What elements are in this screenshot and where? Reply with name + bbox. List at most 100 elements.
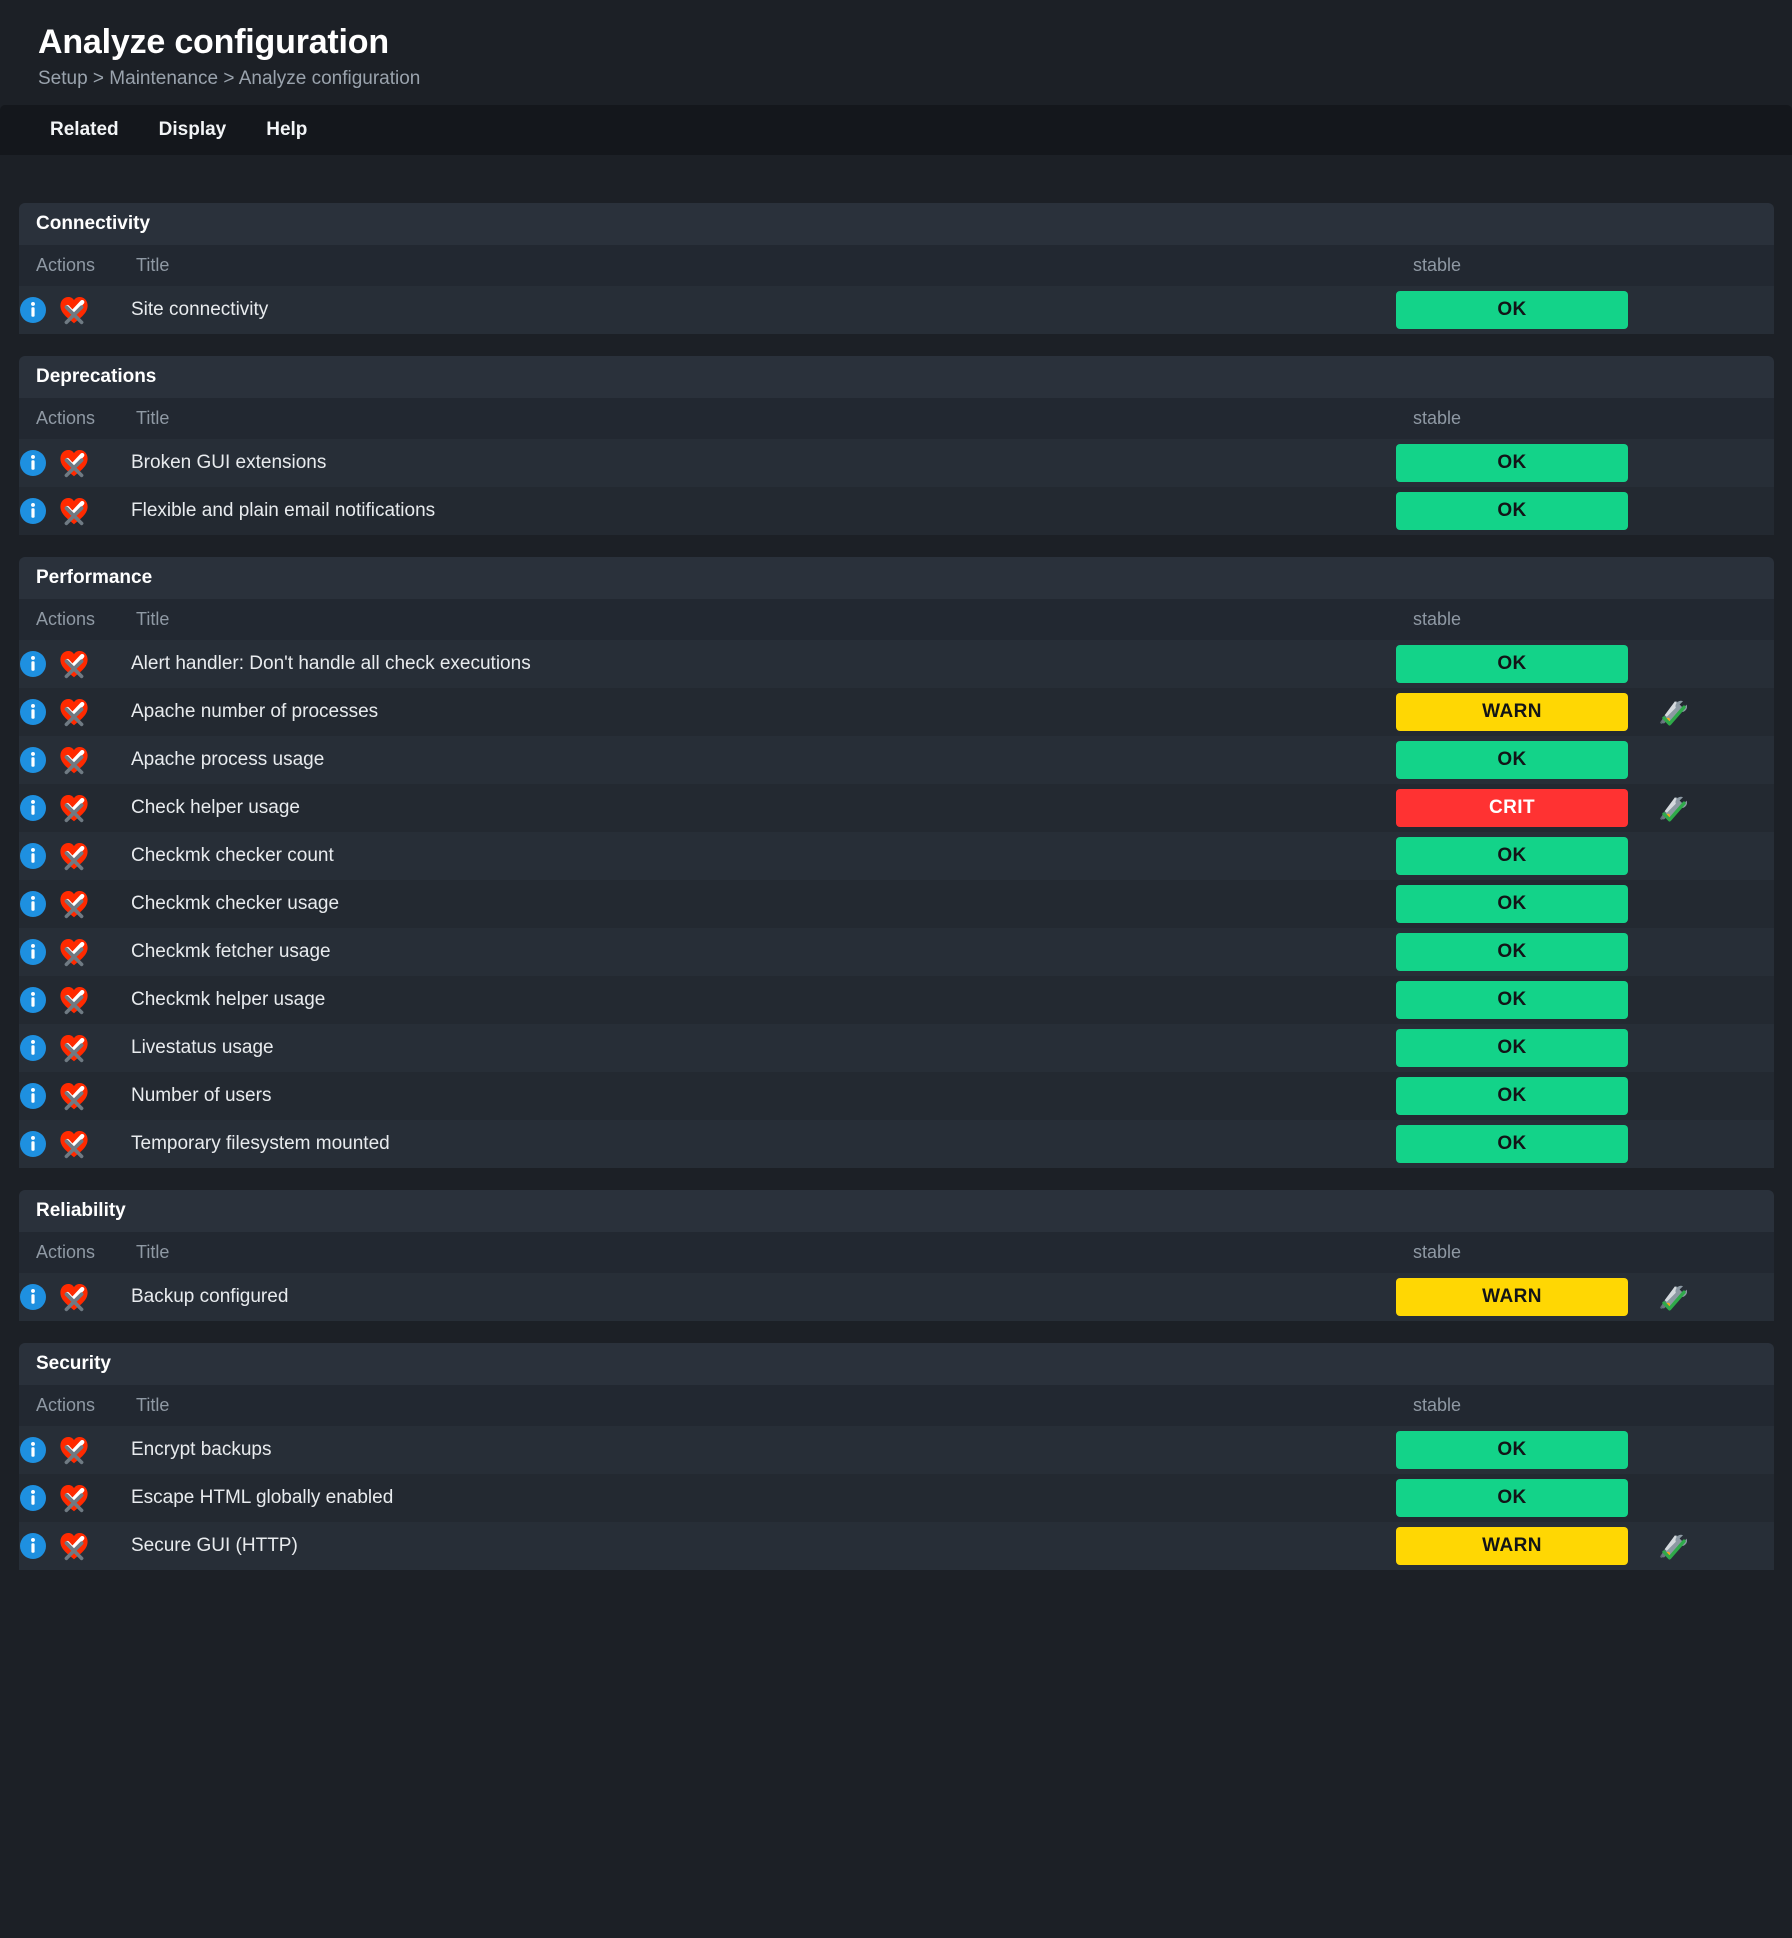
status-badge[interactable]: OK (1396, 291, 1628, 330)
row-title: Checkmk checker count (131, 845, 334, 867)
checkmk-disable-test-icon[interactable] (58, 1128, 90, 1160)
table-header-row: Actions Title stable (19, 245, 1774, 287)
row-actions (19, 1522, 131, 1570)
row-state-cell: WARN (1396, 688, 1656, 736)
info-icon[interactable] (19, 650, 47, 678)
status-badge[interactable]: OK (1396, 837, 1628, 876)
checkmk-disable-test-icon[interactable] (58, 984, 90, 1016)
menu-item-help[interactable]: Help (246, 105, 327, 155)
status-badge[interactable]: WARN (1396, 1527, 1628, 1566)
info-icon[interactable] (19, 938, 47, 966)
checkmk-disable-test-icon[interactable] (58, 792, 90, 824)
info-icon[interactable] (19, 1283, 47, 1311)
info-icon[interactable] (19, 746, 47, 774)
info-icon[interactable] (19, 1532, 47, 1560)
status-badge[interactable]: OK (1396, 1479, 1628, 1518)
table-row: Checkmk helper usage OK (19, 976, 1774, 1025)
table-row: Flexible and plain email notifications OK (19, 487, 1774, 536)
checkmk-disable-test-icon[interactable] (58, 1530, 90, 1562)
row-state-cell: OK (1396, 832, 1656, 880)
row-rule-cell (1656, 1072, 1774, 1120)
status-badge[interactable]: OK (1396, 933, 1628, 972)
row-actions (19, 784, 131, 832)
page-title: Analyze configuration (38, 23, 389, 61)
section-header: Security (19, 1343, 1774, 1386)
checkmk-disable-test-icon[interactable] (58, 888, 90, 920)
info-icon[interactable] (19, 1082, 47, 1110)
checkmk-disable-test-icon[interactable] (58, 696, 90, 728)
row-rule-cell (1656, 640, 1774, 688)
checkmk-disable-test-icon[interactable] (58, 744, 90, 776)
status-badge[interactable]: CRIT (1396, 789, 1628, 828)
status-badge[interactable]: OK (1396, 1029, 1628, 1068)
info-icon[interactable] (19, 1436, 47, 1464)
info-icon[interactable] (19, 1130, 47, 1158)
info-icon[interactable] (19, 986, 47, 1014)
row-title: Site connectivity (131, 299, 269, 321)
status-badge[interactable]: OK (1396, 645, 1628, 684)
info-icon[interactable] (19, 497, 47, 525)
table-row: Livestatus usage OK (19, 1024, 1774, 1073)
checkmk-disable-test-icon[interactable] (58, 1482, 90, 1514)
row-state-cell: CRIT (1396, 784, 1656, 832)
column-header-rule (1656, 398, 1774, 439)
row-title: Checkmk fetcher usage (131, 941, 331, 963)
section-security: Security Actions Title stable Encrypt backup… (19, 1343, 1774, 1571)
row-actions (19, 487, 131, 535)
column-header-actions: Actions (36, 609, 96, 630)
checkmk-disable-test-icon[interactable] (58, 648, 90, 680)
info-icon[interactable] (19, 890, 47, 918)
checkmk-disable-test-icon[interactable] (58, 495, 90, 527)
status-badge[interactable]: OK (1396, 1431, 1628, 1470)
checkmk-disable-test-icon[interactable] (58, 840, 90, 872)
status-badge[interactable]: OK (1396, 1125, 1628, 1164)
menu-item-display[interactable]: Display (139, 105, 247, 155)
info-icon[interactable] (19, 794, 47, 822)
column-header-rule (1656, 245, 1774, 286)
row-state-cell: WARN (1396, 1273, 1656, 1321)
info-icon[interactable] (19, 698, 47, 726)
section-header: Performance (19, 557, 1774, 600)
table-row: Escape HTML globally enabled OK (19, 1474, 1774, 1523)
analyze-table: Actions Title stable Backup configured WARN (19, 1232, 1774, 1322)
row-title: Broken GUI extensions (131, 452, 327, 474)
status-badge[interactable]: OK (1396, 444, 1628, 483)
info-icon[interactable] (19, 842, 47, 870)
section-reliability: Reliability Actions Title stable Backup conf… (19, 1190, 1774, 1322)
status-badge[interactable]: OK (1396, 885, 1628, 924)
wrench-rule-icon[interactable] (1656, 1529, 1690, 1563)
row-state-cell: OK (1396, 880, 1656, 928)
info-icon[interactable] (19, 1034, 47, 1062)
info-icon[interactable] (19, 296, 47, 324)
checkmk-disable-test-icon[interactable] (58, 1080, 90, 1112)
row-state-cell: OK (1396, 976, 1656, 1024)
column-header-state: stable (1413, 1395, 1462, 1416)
info-icon[interactable] (19, 449, 47, 477)
page-root: Analyze configuration Setup > Maintenanc… (0, 0, 1792, 1622)
status-badge[interactable]: OK (1396, 1077, 1628, 1116)
status-badge[interactable]: WARN (1396, 693, 1628, 732)
section-title: Performance (36, 567, 153, 589)
row-rule-cell (1656, 784, 1774, 832)
status-badge[interactable]: OK (1396, 981, 1628, 1020)
table-row: Checkmk checker count OK (19, 832, 1774, 881)
column-header-rule (1656, 1385, 1774, 1426)
checkmk-disable-test-icon[interactable] (58, 1032, 90, 1064)
checkmk-disable-test-icon[interactable] (58, 936, 90, 968)
section-deprecations: Deprecations Actions Title stable Broken GUI… (19, 356, 1774, 536)
info-icon[interactable] (19, 1484, 47, 1512)
checkmk-disable-test-icon[interactable] (58, 1281, 90, 1313)
checkmk-disable-test-icon[interactable] (58, 1434, 90, 1466)
wrench-rule-icon[interactable] (1656, 791, 1690, 825)
wrench-rule-icon[interactable] (1656, 695, 1690, 729)
status-badge[interactable]: OK (1396, 492, 1628, 531)
checkmk-disable-test-icon[interactable] (58, 447, 90, 479)
row-actions (19, 688, 131, 736)
checkmk-disable-test-icon[interactable] (58, 294, 90, 326)
status-badge[interactable]: OK (1396, 741, 1628, 780)
page-header: Analyze configuration Setup > Maintenanc… (0, 0, 1792, 106)
menu-item-related[interactable]: Related (30, 105, 139, 155)
wrench-rule-icon[interactable] (1656, 1280, 1690, 1314)
status-badge[interactable]: WARN (1396, 1278, 1628, 1317)
section-header: Connectivity (19, 203, 1774, 246)
